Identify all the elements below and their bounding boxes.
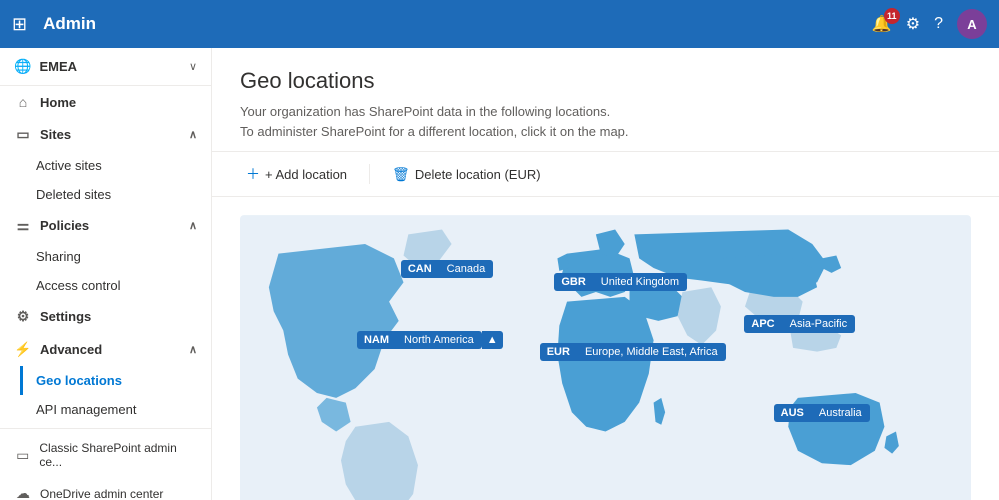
- policies-icon: ⚌: [14, 217, 32, 234]
- sidebar-item-home[interactable]: ⌂ Home: [0, 86, 211, 118]
- toolbar: ＋ + Add location 🗑 Delete location (EUR): [212, 151, 999, 197]
- add-icon: ＋: [246, 164, 260, 184]
- sidebar-item-api-management[interactable]: API management: [0, 395, 211, 424]
- sidebar-classic-label: Classic SharePoint admin ce...: [39, 441, 197, 469]
- topbar-actions: 🔔 11 ⚙ ? A: [872, 9, 987, 39]
- settings-icon[interactable]: ⚙: [906, 14, 920, 34]
- delete-location-button[interactable]: 🗑 Delete location (EUR): [386, 162, 547, 187]
- trash-icon: 🗑: [392, 166, 410, 183]
- page-header: Geo locations Your organization has Shar…: [212, 48, 999, 151]
- loc-apc[interactable]: APC Asia-Pacific: [744, 315, 855, 333]
- sidebar-home-label: Home: [40, 95, 76, 110]
- sites-chevron-icon: ∧: [189, 128, 197, 141]
- sidebar-sites-label: Sites: [40, 127, 181, 142]
- home-icon: ⌂: [14, 94, 32, 110]
- region-chevron-icon: ∨: [189, 60, 197, 73]
- loc-eur[interactable]: EUR Europe, Middle East, Africa: [540, 343, 726, 361]
- sidebar-item-access-control[interactable]: Access control: [0, 271, 211, 300]
- add-location-button[interactable]: ＋ + Add location: [240, 160, 353, 188]
- topbar: ⊞ Admin 🔔 11 ⚙ ? A: [0, 0, 999, 48]
- app-title: Admin: [43, 14, 862, 34]
- loc-aus[interactable]: AUS Australia: [774, 404, 870, 422]
- loc-gbr[interactable]: GBR United Kingdom: [554, 273, 687, 291]
- sidebar-item-geo-locations[interactable]: Geo locations: [0, 366, 211, 395]
- sidebar-item-classic-sharepoint[interactable]: ▭ Classic SharePoint admin ce...: [0, 433, 211, 477]
- advanced-chevron-icon: ∧: [189, 343, 197, 356]
- loc-can[interactable]: CAN Canada: [401, 260, 493, 278]
- settings-nav-icon: ⚙: [14, 308, 32, 325]
- sidebar-settings-label: Settings: [40, 309, 91, 324]
- sidebar-advanced-label: Advanced: [40, 342, 181, 357]
- map-container: CAN Canada GBR United Kingdom NAM North …: [212, 197, 999, 500]
- sites-icon: ▭: [14, 126, 32, 143]
- body-layout: 🌐 EMEA ∨ ⌂ Home ▭ Sites ∧ Active sites D…: [0, 48, 999, 500]
- sidebar: 🌐 EMEA ∨ ⌂ Home ▭ Sites ∧ Active sites D…: [0, 48, 212, 500]
- globe-icon: 🌐: [14, 58, 31, 75]
- notification-badge: 11: [884, 8, 900, 24]
- loc-nam[interactable]: NAM North America ▲: [357, 331, 503, 349]
- main-content: Geo locations Your organization has Shar…: [212, 48, 999, 500]
- sidebar-onedrive-label: OneDrive admin center: [40, 487, 163, 500]
- sidebar-group-policies[interactable]: ⚌ Policies ∧: [0, 209, 211, 242]
- classic-sharepoint-icon: ▭: [14, 447, 31, 464]
- help-icon[interactable]: ?: [934, 15, 943, 33]
- page-description: Your organization has SharePoint data in…: [240, 102, 971, 141]
- sidebar-item-active-sites[interactable]: Active sites: [0, 151, 211, 180]
- sidebar-policies-label: Policies: [40, 218, 181, 233]
- onedrive-icon: ☁: [14, 485, 32, 500]
- world-map[interactable]: CAN Canada GBR United Kingdom NAM North …: [240, 209, 971, 500]
- region-label: EMEA: [39, 59, 181, 74]
- grid-icon[interactable]: ⊞: [12, 14, 27, 35]
- region-selector[interactable]: 🌐 EMEA ∨: [0, 48, 211, 86]
- page-title: Geo locations: [240, 68, 971, 94]
- advanced-icon: ⚡: [14, 341, 32, 358]
- toolbar-divider: [369, 164, 370, 184]
- notification-button[interactable]: 🔔 11: [872, 14, 892, 34]
- central-icon: ▲: [482, 331, 503, 349]
- sidebar-item-deleted-sites[interactable]: Deleted sites: [0, 180, 211, 209]
- sidebar-divider: [0, 428, 211, 429]
- sidebar-item-sharing[interactable]: Sharing: [0, 242, 211, 271]
- sidebar-item-settings[interactable]: ⚙ Settings: [0, 300, 211, 333]
- sidebar-item-onedrive[interactable]: ☁ OneDrive admin center: [0, 477, 211, 500]
- sidebar-group-sites[interactable]: ▭ Sites ∧: [0, 118, 211, 151]
- policies-chevron-icon: ∧: [189, 219, 197, 232]
- sidebar-group-advanced[interactable]: ⚡ Advanced ∧: [0, 333, 211, 366]
- avatar[interactable]: A: [957, 9, 987, 39]
